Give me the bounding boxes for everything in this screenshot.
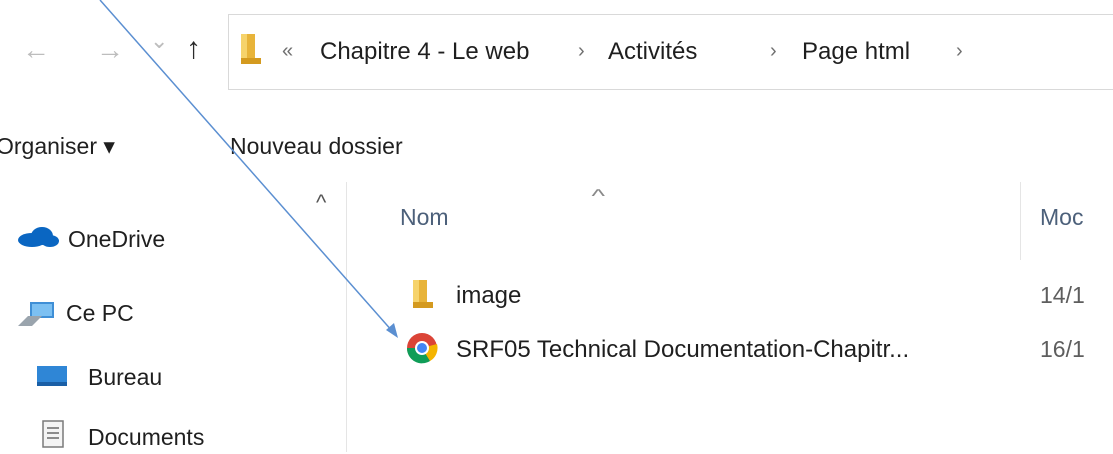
folder-icon xyxy=(241,34,261,64)
onedrive-cloud-icon xyxy=(18,227,59,247)
sidebar-item-ce-pc[interactable]: Ce PC xyxy=(14,294,344,328)
sidebar-item-documents[interactable]: Documents xyxy=(14,420,344,454)
column-divider[interactable] xyxy=(1020,182,1021,260)
file-date: 16/1 xyxy=(1040,336,1085,362)
up-button[interactable]: ↑ xyxy=(186,34,201,64)
back-button[interactable]: ← xyxy=(22,36,50,64)
new-folder-button[interactable]: Nouveau dossier xyxy=(230,133,403,160)
breadcrumb-chapitre-4[interactable]: Chapitre 4 - Le web xyxy=(320,38,529,66)
file-date: 14/1 xyxy=(1040,282,1085,308)
chrome-html-file-icon xyxy=(406,333,438,364)
forward-button[interactable]: → xyxy=(96,36,124,64)
sidebar-item-label: Bureau xyxy=(88,364,163,390)
organise-button[interactable]: Organiser ▾ xyxy=(0,133,115,160)
breadcrumb-separator[interactable]: › xyxy=(578,40,585,63)
column-header-name[interactable]: Nom xyxy=(400,204,449,231)
sidebar-item-label: Ce PC xyxy=(66,300,134,326)
sidebar-item-label: Documents xyxy=(88,424,205,450)
sidebar-item-bureau[interactable]: Bureau xyxy=(14,358,344,392)
documents-icon xyxy=(42,420,64,448)
breadcrumb-separator[interactable]: › xyxy=(770,40,777,63)
sort-indicator: ^ xyxy=(591,186,605,206)
recent-locations-button[interactable]: ⌄ xyxy=(150,30,168,52)
pane-divider xyxy=(346,182,347,452)
list-item[interactable]: image 14/1 xyxy=(400,276,1113,316)
this-pc-icon xyxy=(18,302,54,326)
breadcrumb-separator[interactable]: › xyxy=(956,40,963,63)
list-item[interactable]: SRF05 Technical Documentation-Chapitr...… xyxy=(400,326,1113,370)
folder-icon xyxy=(413,280,433,308)
breadcrumb-page-html[interactable]: Page html xyxy=(802,38,910,66)
sidebar-item-onedrive[interactable]: OneDrive xyxy=(14,222,344,256)
sidebar-item-label: OneDrive xyxy=(68,226,166,252)
file-name: image xyxy=(456,282,522,309)
desktop-icon xyxy=(37,366,67,386)
breadcrumb-activites[interactable]: Activités xyxy=(608,38,697,66)
file-name: SRF05 Technical Documentation-Chapitr... xyxy=(456,336,910,363)
breadcrumb-overflow[interactable]: « xyxy=(282,40,293,63)
scroll-up-arrow[interactable]: ^ xyxy=(316,190,326,216)
column-header-modified[interactable]: Moc xyxy=(1040,204,1083,231)
